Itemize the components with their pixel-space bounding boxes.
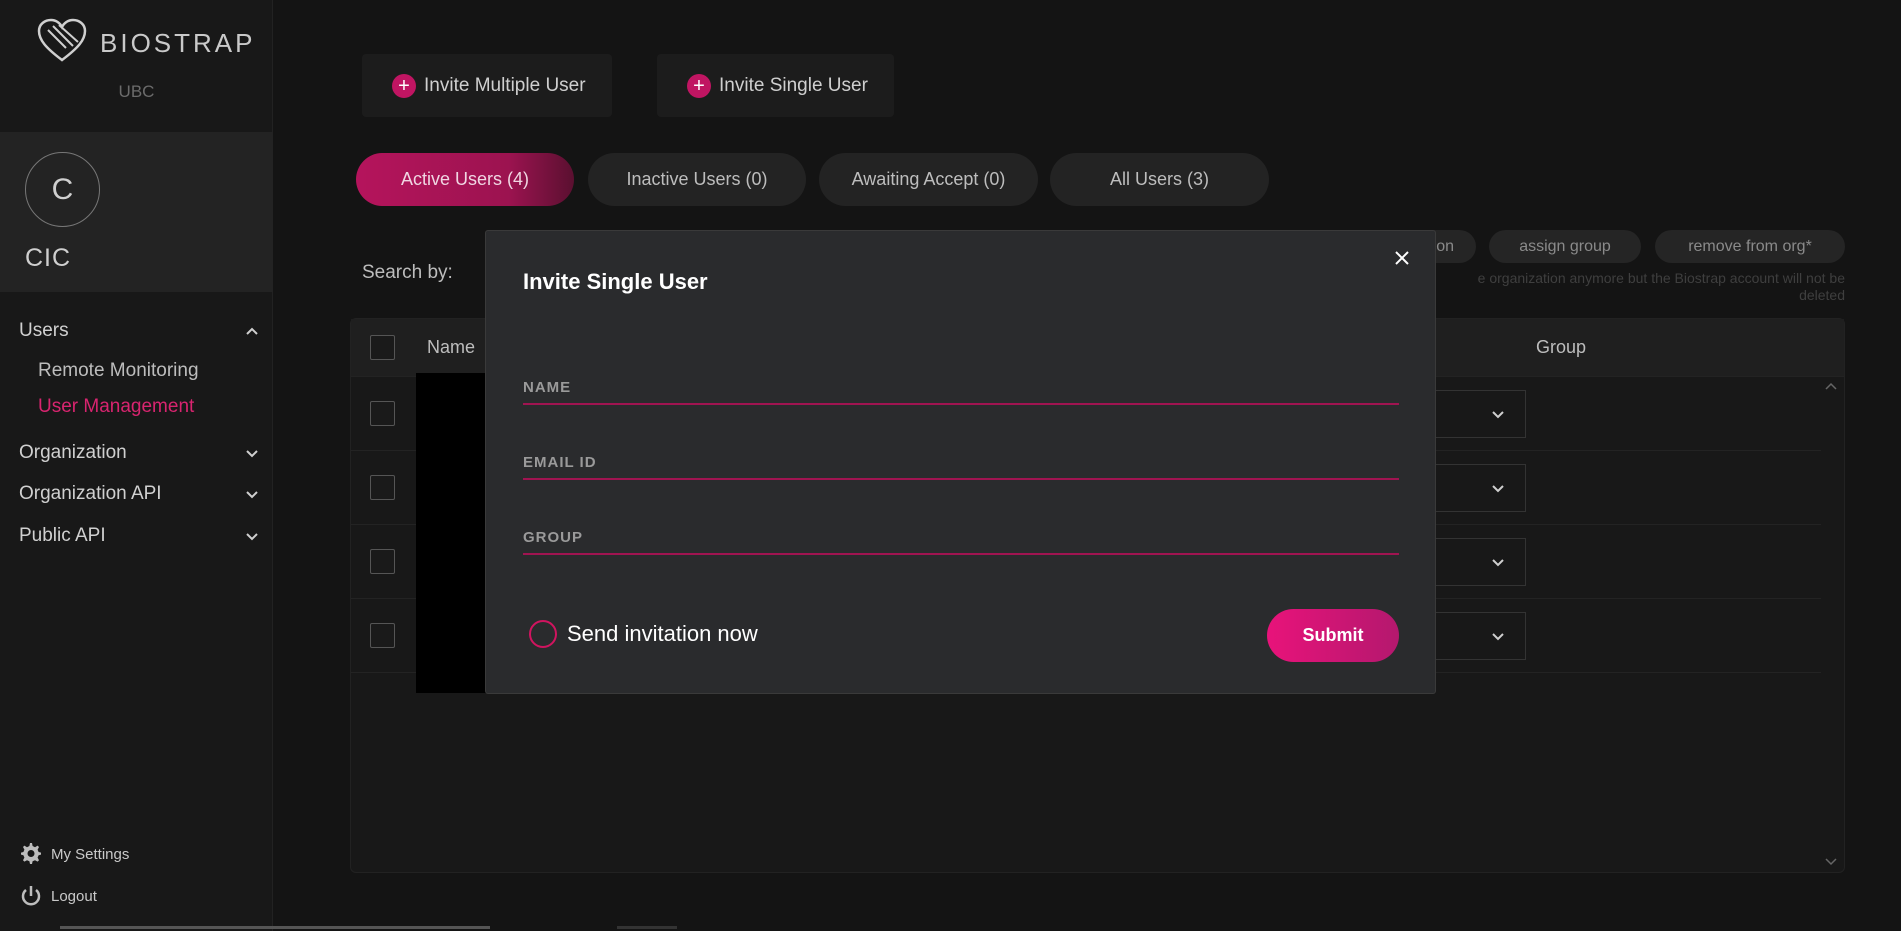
chevron-up-icon: [246, 327, 258, 335]
sidebar-group-organization[interactable]: Organization: [19, 442, 259, 464]
email-input[interactable]: [523, 446, 1399, 478]
redacted-names: [416, 373, 488, 693]
close-icon: [1395, 251, 1409, 265]
logout-label: Logout: [51, 887, 97, 905]
org-card: C CIC: [0, 132, 273, 292]
sidebar-group-users[interactable]: Users: [19, 320, 259, 342]
chevron-down-icon: [1492, 411, 1504, 419]
chevron-down-icon: [246, 491, 258, 499]
brand-name: BIOSTRAP: [100, 28, 256, 58]
vertical-scrollbar[interactable]: [1822, 377, 1840, 872]
sidebar-group-public-api[interactable]: Public API: [19, 525, 259, 547]
chevron-down-icon: [246, 533, 258, 541]
column-header-group: Group: [1536, 337, 1587, 357]
my-settings-link[interactable]: My Settings: [19, 842, 129, 866]
name-input[interactable]: [523, 371, 1399, 403]
invite-multiple-label: Invite Multiple User: [424, 74, 586, 96]
select-all-checkbox[interactable]: [370, 335, 395, 360]
tab-all-users[interactable]: All Users (3): [1050, 153, 1269, 206]
email-field[interactable]: [523, 446, 1399, 480]
avatar[interactable]: C: [25, 152, 100, 227]
sidebar-item-user-management[interactable]: User Management: [38, 396, 194, 418]
chevron-down-icon: [1492, 485, 1504, 493]
group-input[interactable]: [523, 521, 1399, 553]
chevron-down-icon: [1492, 559, 1504, 567]
heart-logo-icon: [36, 18, 88, 69]
sidebar-group-organization-api[interactable]: Organization API: [19, 483, 259, 505]
send-invitation-toggle[interactable]: Send invitation now: [529, 620, 758, 648]
sidebar-group-label: Public API: [19, 525, 106, 546]
org-name: CIC: [25, 244, 72, 272]
note-line: deleted: [1799, 287, 1845, 303]
sidebar: BIOSTRAP UBC C CIC Users Remote Monitori…: [0, 0, 273, 931]
row-checkbox[interactable]: [370, 549, 395, 574]
modal-title: Invite Single User: [523, 269, 708, 294]
remove-from-org-button[interactable]: remove from org*: [1655, 230, 1845, 263]
tab-awaiting-accept[interactable]: Awaiting Accept (0): [819, 153, 1038, 206]
chevron-down-icon: [1492, 633, 1504, 641]
assign-group-button[interactable]: assign group: [1489, 230, 1641, 263]
org-code: UBC: [118, 82, 155, 101]
tab-active-users[interactable]: Active Users (4): [356, 153, 574, 206]
search-by-label: Search by:: [362, 262, 453, 283]
row-checkbox[interactable]: [370, 623, 395, 648]
my-settings-label: My Settings: [51, 845, 130, 863]
remove-from-org-note: e organization anymore but the Biostrap …: [1420, 270, 1845, 304]
sidebar-group-label: Users: [19, 320, 69, 341]
sidebar-group-label: Organization: [19, 442, 127, 463]
invite-single-label: Invite Single User: [719, 74, 868, 96]
horizontal-scrollbar[interactable]: [60, 926, 490, 929]
sidebar-group-label: Organization API: [19, 483, 162, 504]
invite-single-user-button[interactable]: + Invite Single User: [657, 54, 894, 117]
horizontal-scrollbar-segment: [617, 926, 677, 929]
note-line: e organization anymore but the Biostrap …: [1477, 270, 1845, 286]
group-field[interactable]: [523, 521, 1399, 555]
plus-icon: +: [687, 73, 711, 98]
name-field[interactable]: [523, 371, 1399, 405]
invite-multiple-user-button[interactable]: + Invite Multiple User: [362, 54, 612, 117]
close-button[interactable]: [1387, 243, 1417, 273]
tab-inactive-users[interactable]: Inactive Users (0): [588, 153, 806, 206]
column-header-name: Name: [427, 337, 476, 357]
row-checkbox[interactable]: [370, 475, 395, 500]
plus-icon: +: [392, 73, 416, 98]
send-invitation-label: Send invitation now: [567, 621, 758, 646]
logout-link[interactable]: Logout: [19, 884, 97, 908]
chevron-down-icon: [246, 450, 258, 458]
row-checkbox[interactable]: [370, 401, 395, 426]
invite-single-user-modal: Invite Single User Send invitation now S…: [485, 230, 1436, 694]
gear-icon: [21, 843, 41, 864]
send-invitation-radio[interactable]: [529, 620, 557, 648]
submit-button[interactable]: Submit: [1267, 609, 1399, 662]
power-icon: [21, 886, 41, 906]
sidebar-item-remote-monitoring[interactable]: Remote Monitoring: [38, 360, 199, 382]
brand-logo[interactable]: BIOSTRAP: [36, 18, 255, 69]
